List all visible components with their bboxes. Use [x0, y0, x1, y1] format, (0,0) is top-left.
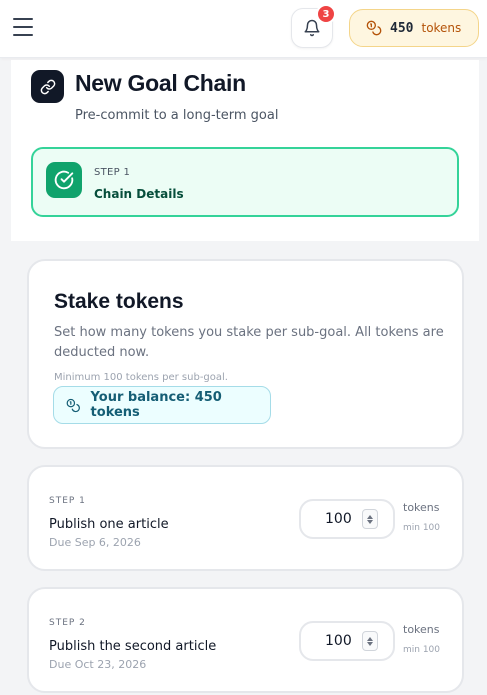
- stake-unit-label: tokens: [403, 501, 440, 514]
- coins-icon: [366, 20, 382, 36]
- sub-goal-due-date: Due Oct 23, 2026: [49, 658, 147, 671]
- sub-goal-card: STEP 2 Publish the second article Due Oc…: [27, 587, 464, 693]
- stake-amount-value: 100: [325, 511, 352, 527]
- sub-goal-due-date: Due Sep 6, 2026: [49, 536, 141, 549]
- balance-pill: Your balance: 450 tokens: [53, 386, 271, 424]
- stake-amount-input[interactable]: 100: [299, 499, 395, 539]
- sub-goal-card: STEP 1 Publish one article Due Sep 6, 20…: [27, 465, 464, 571]
- stake-min-label: min 100: [403, 523, 441, 533]
- page-subtitle: Pre-commit to a long-term goal: [75, 108, 279, 123]
- token-balance-value: 450: [390, 20, 414, 36]
- sub-goal-name: Publish one article: [49, 517, 169, 532]
- app-header: 3 450 tokens: [0, 0, 487, 58]
- coins-icon: [66, 398, 80, 412]
- spinner-down-icon[interactable]: [367, 519, 373, 524]
- sub-goal-name: Publish the second article: [49, 639, 217, 654]
- current-step-card: STEP 1 Chain Details: [31, 147, 459, 217]
- stake-min-label: min 100: [403, 645, 441, 655]
- stake-amount-input[interactable]: 100: [299, 621, 395, 661]
- page-title: New Goal Chain: [75, 70, 246, 96]
- stake-title: Stake tokens: [54, 290, 184, 313]
- number-spinner[interactable]: [362, 509, 378, 529]
- bell-icon: [304, 19, 320, 37]
- token-balance-pill[interactable]: 450 tokens: [349, 9, 479, 47]
- stake-unit-label: tokens: [403, 623, 440, 636]
- sub-goal-step: STEP 1: [49, 496, 86, 506]
- notification-count-badge: 3: [316, 4, 336, 24]
- link-icon: [31, 70, 64, 103]
- token-balance-unit: tokens: [421, 21, 462, 35]
- step-title: Chain Details: [94, 187, 184, 201]
- step-number: STEP 1: [94, 167, 131, 178]
- stake-tokens-card: Stake tokens Set how many tokens you sta…: [27, 259, 464, 449]
- spinner-down-icon[interactable]: [367, 641, 373, 646]
- stake-description: Set how many tokens you stake per sub-go…: [54, 325, 444, 360]
- sub-goal-step: STEP 2: [49, 618, 86, 628]
- stake-amount-value: 100: [325, 633, 352, 649]
- stake-minimum-note: Minimum 100 tokens per sub-goal.: [54, 372, 228, 383]
- hamburger-menu-icon[interactable]: [13, 18, 33, 36]
- spinner-up-icon[interactable]: [367, 636, 373, 641]
- spinner-up-icon[interactable]: [367, 514, 373, 519]
- number-spinner[interactable]: [362, 631, 378, 651]
- check-circle-icon: [46, 162, 82, 198]
- balance-text: Your balance: 450 tokens: [90, 390, 222, 420]
